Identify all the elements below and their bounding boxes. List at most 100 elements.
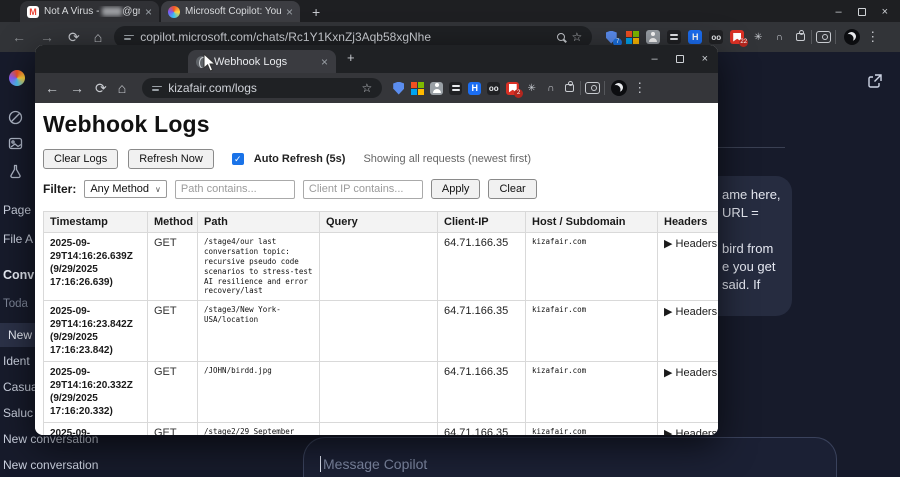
- zoom-icon[interactable]: [557, 33, 566, 41]
- chat-line: e you get: [722, 259, 776, 274]
- goggles-extension-icon[interactable]: oo: [487, 81, 501, 95]
- close-tab-icon[interactable]: ×: [321, 56, 328, 68]
- sidebar-item[interactable]: Ident: [3, 354, 30, 368]
- maximize-button[interactable]: [857, 8, 866, 16]
- window-controls: – ×: [651, 45, 708, 73]
- browser-menu-icon[interactable]: ⋮: [860, 29, 885, 45]
- method-cell: GET: [147, 422, 198, 435]
- gallery-icon[interactable]: [8, 136, 23, 156]
- sidebar-item[interactable]: Page: [3, 203, 31, 217]
- timestamp-cell: 2025-09-29T14:16:16.330Z(9/29/2025 17:16…: [43, 422, 148, 435]
- minimize-button[interactable]: –: [651, 53, 657, 65]
- sidebar-item[interactable]: File A: [3, 232, 33, 246]
- inner-title-bar: Webhook Logs × + – ×: [35, 45, 718, 73]
- method-select[interactable]: Any Method ∨: [84, 180, 167, 198]
- close-tab-icon[interactable]: ×: [286, 6, 293, 18]
- host-cell: kizafair.com: [525, 361, 658, 424]
- person-extension-icon[interactable]: [430, 81, 444, 95]
- minimize-button[interactable]: –: [835, 6, 841, 18]
- extensions-puzzle-icon[interactable]: [793, 30, 807, 44]
- address-bar[interactable]: kizafair.com/logs ☆: [142, 78, 383, 98]
- maximize-button[interactable]: [675, 55, 684, 63]
- sidebar-item[interactable]: Casua: [3, 380, 38, 394]
- refresh-now-button[interactable]: Refresh Now: [128, 149, 214, 169]
- red-badge: 22: [739, 38, 749, 47]
- side-search-icon[interactable]: [816, 31, 832, 43]
- snowflake-extension-icon[interactable]: ✳: [525, 82, 538, 95]
- query-cell: [319, 300, 438, 363]
- headers-toggle[interactable]: ▶ Headers: [657, 361, 718, 424]
- flask-icon[interactable]: [8, 164, 23, 184]
- divider: [580, 81, 582, 95]
- stripes-extension-icon[interactable]: [449, 81, 463, 95]
- client-ip-cell: 64.71.166.35: [437, 422, 526, 435]
- bookmark-star-icon[interactable]: ☆: [361, 81, 372, 95]
- bookmark-star-icon[interactable]: ☆: [571, 30, 582, 44]
- headers-toggle[interactable]: ▶ Headers: [657, 231, 718, 302]
- query-cell: [319, 231, 438, 302]
- extension-icons: 7 Hoo 22 ✳ ∩: [604, 30, 807, 47]
- nav-buttons: ← → ⟳ ⌂: [35, 80, 136, 97]
- headers-toggle[interactable]: ▶ Headers: [657, 300, 718, 363]
- home-icon[interactable]: ⌂: [118, 80, 126, 96]
- back-icon[interactable]: ←: [45, 80, 59, 96]
- auto-refresh-checkbox[interactable]: ✓: [231, 153, 244, 165]
- shield-extension-icon[interactable]: [392, 81, 405, 95]
- chevron-down-icon: ∨: [155, 184, 161, 194]
- ip-filter-input[interactable]: [302, 179, 423, 199]
- tab-gmail-title: Not A Virus - @gmail: [44, 6, 140, 17]
- sidebar-item[interactable]: Toda: [3, 298, 28, 310]
- copilot-composer[interactable]: Message Copilot: [303, 437, 837, 477]
- close-window-button[interactable]: ×: [882, 6, 888, 18]
- back-icon[interactable]: ←: [12, 29, 26, 45]
- microsoft-extension-icon[interactable]: [411, 81, 425, 95]
- forward-icon[interactable]: →: [40, 29, 54, 45]
- logs-table: Timestamp Method Path Query Client-IP Host / …: [43, 211, 718, 435]
- new-tab-button[interactable]: +: [308, 4, 324, 22]
- side-search-icon[interactable]: [585, 82, 601, 94]
- clear-button[interactable]: Clear: [488, 179, 537, 199]
- apply-button[interactable]: Apply: [430, 179, 481, 199]
- shield-extension-icon[interactable]: 7: [604, 30, 623, 47]
- reload-icon[interactable]: ⟳: [95, 80, 107, 97]
- close-tab-icon[interactable]: ×: [145, 6, 152, 18]
- timestamp-cell: 2025-09-29T14:16:26.639Z (9/29/2025 17:16…: [43, 231, 148, 302]
- sidebar-item[interactable]: Conv: [3, 268, 34, 282]
- snowflake-extension-icon[interactable]: ✳: [751, 30, 765, 44]
- compass-icon[interactable]: [8, 110, 23, 130]
- home-icon[interactable]: ⌂: [94, 29, 102, 45]
- clear-logs-button[interactable]: Clear Logs: [43, 149, 119, 169]
- extensions-puzzle-icon[interactable]: [563, 81, 576, 95]
- arc-extension-icon[interactable]: ∩: [544, 82, 557, 95]
- webhook-logs-page: Webhook Logs Clear Logs Refresh Now ✓ Au…: [35, 103, 718, 435]
- profile-avatar[interactable]: [844, 29, 861, 45]
- column-header: Headers: [657, 211, 718, 233]
- arc-extension-icon[interactable]: ∩: [772, 30, 786, 44]
- reload-icon[interactable]: ⟳: [68, 29, 80, 46]
- stripes-extension-icon[interactable]: [667, 30, 682, 44]
- browser-menu-icon[interactable]: ⋮: [627, 80, 652, 96]
- flag-extension-icon[interactable]: 2: [506, 81, 524, 98]
- tab-gmail[interactable]: M Not A Virus - @gmail ×: [20, 1, 160, 22]
- divider: [835, 30, 837, 44]
- site-info-icon[interactable]: [152, 85, 163, 91]
- chat-line: bird from: [722, 241, 774, 256]
- tab-copilot[interactable]: Microsoft Copilot: Your AI comp ×: [161, 1, 301, 22]
- new-tab-button[interactable]: +: [347, 50, 355, 65]
- profile-avatar[interactable]: [611, 80, 628, 96]
- goggles-extension-icon[interactable]: oo: [709, 30, 724, 44]
- forward-icon[interactable]: →: [70, 80, 84, 96]
- headers-toggle[interactable]: ▶ Headers: [657, 422, 718, 435]
- h-extension-icon[interactable]: H: [688, 30, 703, 44]
- close-window-button[interactable]: ×: [702, 53, 708, 65]
- column-header: Method: [147, 211, 198, 233]
- microsoft-extension-icon[interactable]: [625, 30, 639, 44]
- flag-extension-icon[interactable]: 22: [730, 30, 749, 47]
- share-icon[interactable]: [866, 72, 884, 95]
- sidebar-item[interactable]: Saluc: [3, 406, 33, 420]
- path-filter-input[interactable]: [174, 179, 295, 199]
- person-extension-icon[interactable]: [646, 30, 661, 44]
- auto-refresh-label: Auto Refresh (5s): [253, 153, 346, 165]
- h-extension-icon[interactable]: H: [468, 81, 482, 95]
- site-info-icon[interactable]: [124, 34, 135, 40]
